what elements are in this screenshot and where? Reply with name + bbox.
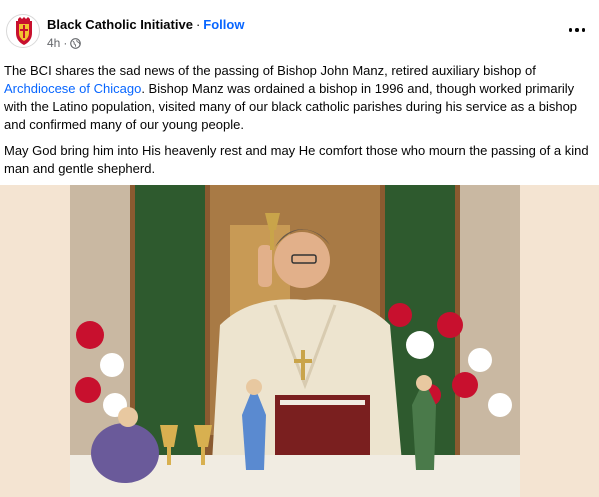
- archdiocese-link[interactable]: Archdiocese of Chicago: [4, 81, 141, 96]
- author-name[interactable]: Black Catholic Initiative: [47, 17, 193, 32]
- post-photo[interactable]: [70, 185, 520, 497]
- archdiocese-crest-icon: [16, 17, 32, 45]
- more-options-button[interactable]: [565, 20, 589, 40]
- separator-dot: ·: [63, 36, 68, 50]
- post-time[interactable]: 4h: [47, 36, 60, 50]
- post-header: Black Catholic Initiative · Follow 4h ·: [0, 0, 599, 56]
- author-line: Black Catholic Initiative · Follow: [47, 17, 244, 32]
- avatar[interactable]: [6, 14, 40, 48]
- follow-button[interactable]: Follow: [203, 17, 244, 32]
- post-paragraph-1: The BCI shares the sad news of the passi…: [4, 63, 578, 132]
- post-paragraph-2: May God bring him into His heavenly rest…: [4, 143, 589, 176]
- post-meta: 4h ·: [47, 36, 82, 50]
- photo-area: [0, 185, 599, 497]
- separator-dot: ·: [195, 17, 201, 32]
- bishop-photo-illustration: [70, 185, 520, 497]
- more-options-icon: [568, 28, 573, 32]
- post-text: The BCI shares the sad news of the passi…: [4, 62, 594, 186]
- globe-icon: [70, 37, 82, 49]
